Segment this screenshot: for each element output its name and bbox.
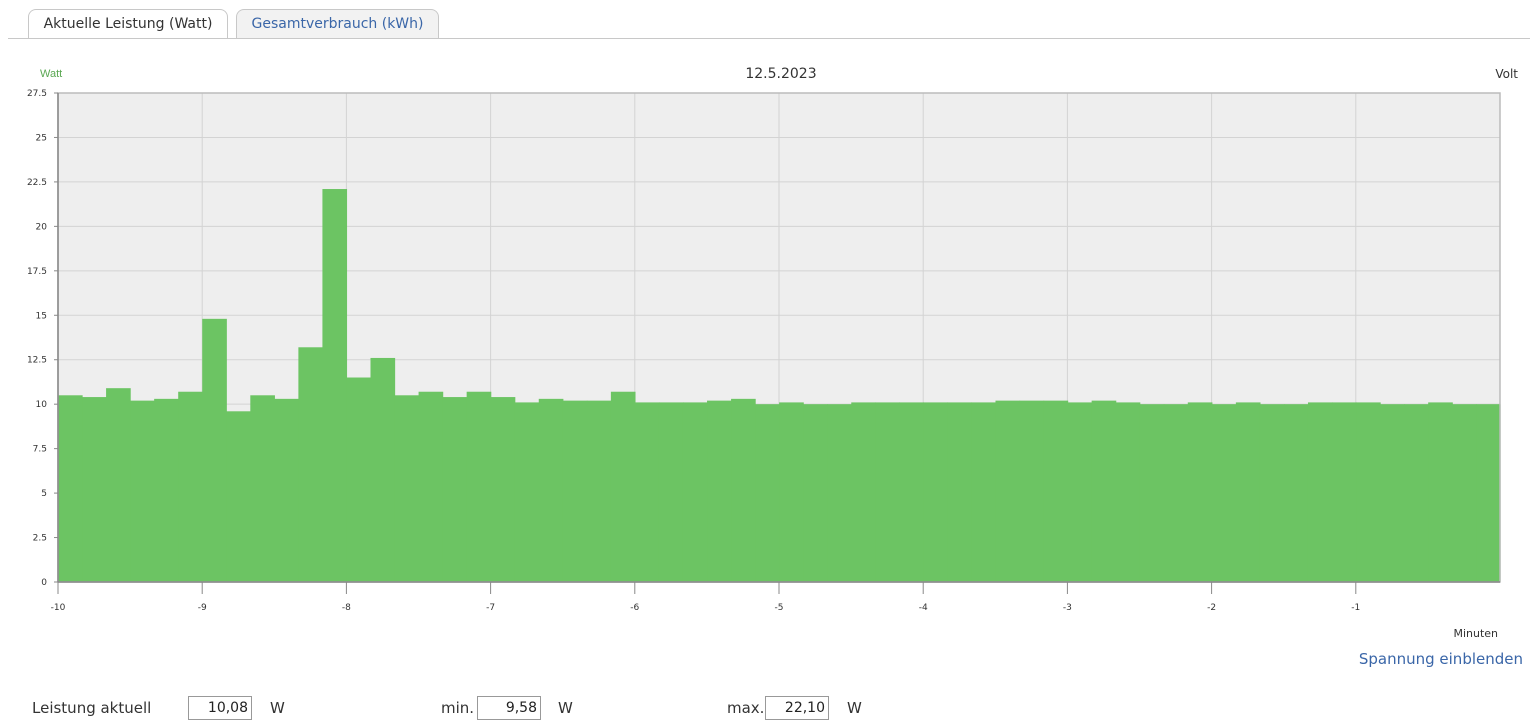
power-bar — [346, 377, 372, 582]
power-bar — [514, 402, 540, 582]
power-bar — [1356, 402, 1381, 582]
power-bar — [875, 402, 900, 582]
power-bar — [634, 402, 660, 582]
power-bar — [394, 395, 420, 582]
power-bar — [658, 402, 684, 582]
power-bar — [1187, 402, 1213, 582]
power-bar — [202, 318, 227, 582]
power-bar — [586, 400, 612, 582]
power-bar — [562, 400, 588, 582]
power-bar — [827, 404, 852, 582]
power-bar — [731, 398, 756, 582]
power-bar — [418, 391, 444, 582]
power-bar — [1476, 404, 1501, 582]
max-unit: W — [847, 699, 862, 717]
min-power-field[interactable] — [477, 696, 541, 720]
x-axis-label: Minuten — [1453, 627, 1498, 640]
power-bar — [947, 402, 973, 582]
power-bar — [154, 398, 179, 582]
y-tick-label: 12.5 — [27, 356, 47, 366]
chart-title: 12.5.2023 — [745, 66, 816, 82]
x-tick-label: -4 — [919, 603, 928, 613]
power-bar — [682, 402, 708, 582]
min-unit: W — [558, 699, 573, 717]
power-bar — [1235, 402, 1261, 582]
power-bar — [466, 391, 492, 582]
x-tick-label: -6 — [630, 603, 639, 613]
power-bar — [1091, 400, 1117, 582]
power-bar — [707, 400, 732, 582]
power-bar — [82, 397, 107, 582]
x-tick-label: -7 — [486, 603, 495, 613]
power-bar — [923, 402, 949, 582]
power-bar — [971, 402, 997, 582]
y-tick-label: 22.5 — [27, 178, 47, 188]
power-bar — [106, 388, 131, 582]
show-voltage-link[interactable]: Spannung einblenden — [1359, 650, 1523, 668]
power-bar — [538, 398, 564, 582]
max-label: max. — [727, 699, 765, 717]
power-bar — [274, 398, 299, 582]
power-bar — [322, 189, 348, 582]
current-power-field[interactable] — [188, 696, 252, 720]
power-bar — [1067, 402, 1093, 582]
power-bar — [779, 402, 804, 582]
power-bar — [226, 411, 251, 582]
max-power-field[interactable] — [765, 696, 829, 720]
x-tick-label: -5 — [775, 603, 784, 613]
power-bar — [178, 391, 203, 582]
power-bar — [370, 357, 396, 582]
power-bar — [1115, 402, 1141, 582]
current-power-unit: W — [270, 699, 285, 717]
y-tick-label: 10 — [36, 400, 48, 410]
min-label: min. — [441, 699, 475, 717]
power-bar — [851, 402, 876, 582]
x-tick-label: -8 — [342, 603, 351, 613]
x-tick-label: -3 — [1063, 603, 1072, 613]
power-bar — [610, 391, 636, 582]
current-power-label: Leistung aktuell — [32, 699, 152, 717]
y-tick-label: 27.5 — [27, 89, 47, 99]
x-tick-label: -1 — [1351, 603, 1360, 613]
power-bar — [1404, 404, 1429, 582]
power-bar — [1019, 400, 1045, 582]
y-tick-label: 17.5 — [27, 267, 47, 277]
power-bar — [803, 404, 828, 582]
power-bar — [1259, 404, 1285, 582]
y-tick-label: 5 — [41, 489, 47, 499]
power-bar — [899, 402, 924, 582]
power-bar — [1428, 402, 1453, 582]
y-tick-label: 20 — [36, 222, 48, 232]
power-bar — [298, 347, 324, 582]
power-bar — [1307, 402, 1333, 582]
power-bar — [58, 395, 83, 582]
power-bar — [442, 397, 468, 582]
y-axis-label-volt: Volt — [1495, 67, 1518, 81]
y-tick-label: 25 — [36, 133, 47, 143]
power-bar — [1163, 404, 1189, 582]
power-bar — [1452, 404, 1477, 582]
power-bar — [490, 397, 516, 582]
x-tick-label: -9 — [198, 603, 207, 613]
power-bar — [755, 404, 780, 582]
y-tick-label: 15 — [36, 311, 47, 321]
y-axis-label-watt: Watt — [40, 68, 62, 80]
power-bar — [1380, 404, 1405, 582]
power-bar — [1332, 402, 1357, 582]
power-bar — [250, 395, 275, 582]
y-tick-label: 7.5 — [33, 445, 47, 455]
power-bar — [1043, 400, 1069, 582]
y-tick-label: 2.5 — [33, 534, 47, 544]
power-bar — [1283, 404, 1309, 582]
power-chart: Watt 12.5.2023 Volt 0 2.5 5 7.5 10 12.5 15 17.5… — [27, 66, 1518, 640]
power-bar — [1139, 404, 1165, 582]
power-bar — [995, 400, 1021, 582]
power-bar — [1211, 404, 1237, 582]
power-bar — [130, 400, 155, 582]
x-tick-label: -10 — [51, 603, 66, 613]
x-tick-label: -2 — [1207, 603, 1216, 613]
y-tick-label: 0 — [41, 578, 47, 588]
